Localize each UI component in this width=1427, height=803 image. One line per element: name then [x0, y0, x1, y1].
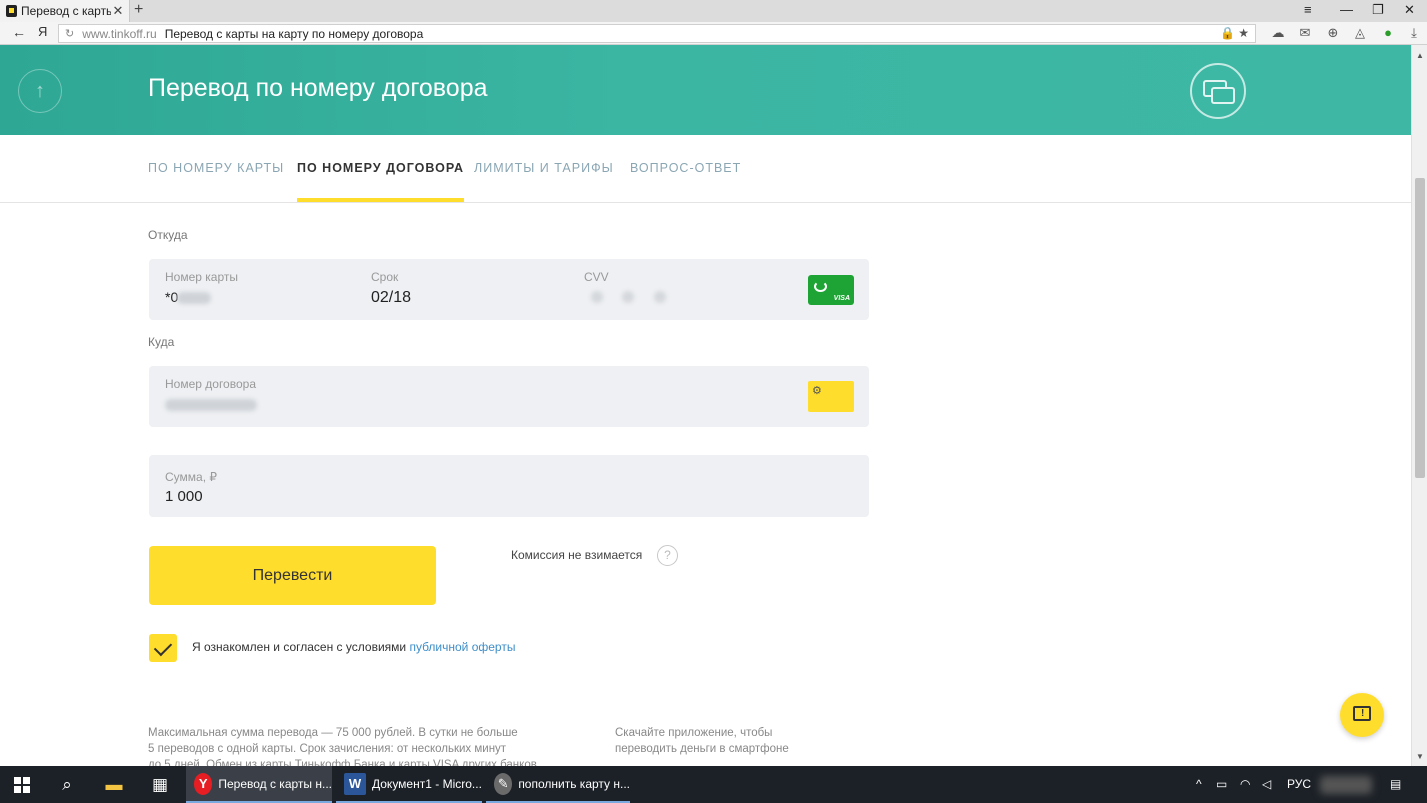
battery-icon[interactable]: ▭ [1216, 777, 1227, 791]
wifi-icon[interactable]: ◠ [1240, 777, 1250, 791]
url-page-title: Перевод с карты на карту по номеру догов… [164, 26, 424, 41]
search-icon[interactable]: ⌕ [56, 774, 78, 796]
tray-expand-icon[interactable]: ^ [1196, 777, 1202, 791]
clock[interactable] [1320, 776, 1372, 794]
protect-extension-icon[interactable]: ◬ [1352, 25, 1368, 41]
close-tab-icon[interactable]: ✕ [111, 3, 125, 19]
scroll-down-arrow-icon[interactable]: ▼ [1416, 752, 1424, 761]
minimize-button[interactable]: — [1340, 2, 1353, 17]
new-tab-button[interactable]: + [134, 1, 143, 19]
volume-icon[interactable]: ◁ [1262, 777, 1271, 791]
close-window-button[interactable]: ✕ [1404, 2, 1415, 18]
scroll-up-icon[interactable]: ↑ [18, 69, 62, 113]
agree-checkbox[interactable] [149, 634, 177, 662]
limits-line: 5 переводов с одной карты. Срок зачислен… [148, 743, 507, 755]
taskbar-app-browser[interactable]: Y Перевод с карты н... [186, 766, 332, 803]
chat-button[interactable]: ! [1340, 693, 1384, 737]
to-label: Куда [148, 335, 175, 349]
browser-tab-title: Перевод с карты [21, 4, 111, 18]
cvv-label: CVV [584, 270, 609, 284]
page-scrollbar[interactable]: ▲ ▼ [1411, 45, 1427, 766]
limits-line: Максимальная сумма перевода — 75 000 руб… [148, 727, 518, 739]
word-icon: W [344, 772, 366, 795]
tinkoff-favicon-icon [6, 5, 17, 17]
help-icon[interactable]: ? [657, 545, 678, 566]
agree-label: Я ознакомлен и согласен с условиями [192, 640, 407, 654]
taskbar-app-paint[interactable]: ✎ пополнить карту н... [486, 766, 630, 803]
windows-taskbar: ⌕ ▬ ▦ Y Перевод с карты н... W Документ1… [0, 766, 1427, 803]
reload-icon[interactable]: ↻ [65, 27, 74, 40]
url-field[interactable]: ↻ www.tinkoff.ru Перевод с карты на карт… [58, 24, 1256, 43]
transfer-button[interactable]: Перевести [149, 546, 436, 605]
paint-icon: ✎ [494, 772, 513, 795]
browser-tab-bar: Перевод с карты ✕ + ≡ — ❐ ✕ [0, 0, 1427, 22]
visa-text: VISA [833, 295, 850, 302]
extension-icon[interactable]: ⊕ [1325, 25, 1341, 41]
notifications-icon[interactable]: ▤ [1390, 777, 1401, 791]
agree-text: Я ознакомлен и согласен с условиями публ… [192, 640, 515, 654]
cvv-input[interactable] [591, 291, 603, 303]
amount-input[interactable]: 1 000 [165, 488, 203, 505]
language-indicator[interactable]: РУС [1287, 777, 1311, 791]
cvv-dot [622, 291, 634, 303]
yandex-browser-icon: Y [194, 772, 213, 795]
sberbank-visa-card-icon: VISA [808, 275, 854, 305]
weather-extension-icon[interactable]: ☁ [1270, 25, 1286, 41]
app-promo: Скачайте приложение, чтобы переводить де… [615, 725, 789, 757]
source-card-field: Номер карты *0 Срок 02/18 CVV VISA [149, 259, 869, 320]
taskbar-app-label: пополнить карту н... [518, 776, 630, 791]
mail-extension-icon[interactable]: ✉ [1297, 25, 1313, 41]
amount-field[interactable]: Сумма, ₽ 1 000 [149, 455, 869, 517]
contract-number-input[interactable] [165, 399, 257, 411]
store-icon[interactable]: ▦ [149, 774, 171, 796]
commission-text: Комиссия не взимается [511, 548, 643, 562]
contract-number-label: Номер договора [165, 377, 256, 391]
from-label: Откуда [148, 228, 188, 242]
transfer-tabs: ПО НОМЕРУ КАРТЫ ПО НОМЕРУ ДОГОВОРА ЛИМИТ… [0, 135, 1411, 203]
cvv-dot [654, 291, 666, 303]
tab-faq[interactable]: ВОПРОС-ОТВЕТ [630, 135, 741, 202]
bookmark-star-icon[interactable]: 🔒 ★ [1220, 26, 1249, 40]
taskbar-app-word[interactable]: W Документ1 - Micro... [336, 766, 482, 803]
scroll-up-arrow-icon[interactable]: ▲ [1416, 51, 1424, 60]
card-number-label: Номер карты [165, 270, 238, 284]
downloads-icon[interactable]: ⤓ [1406, 25, 1422, 41]
tab-limits-tariffs[interactable]: ЛИМИТЫ И ТАРИФЫ [474, 135, 614, 202]
card-number-blur [177, 292, 211, 304]
address-bar: ← Я ↻ www.tinkoff.ru Перевод с карты на … [0, 22, 1427, 45]
taskbar-app-label: Перевод с карты н... [218, 776, 332, 791]
back-arrow-icon[interactable]: ← [12, 24, 26, 40]
security-extension-icon[interactable]: ● [1380, 25, 1396, 41]
scrollbar-thumb[interactable] [1415, 178, 1425, 478]
contract-field[interactable]: Номер договора ⚙ [149, 366, 869, 427]
expiry-input[interactable]: 02/18 [371, 289, 411, 307]
page-title: Перевод по номеру договора [148, 74, 488, 102]
amount-label: Сумма, ₽ [165, 470, 218, 484]
file-explorer-icon[interactable]: ▬ [103, 774, 125, 796]
tab-contract-number[interactable]: ПО НОМЕРУ ДОГОВОРА [297, 135, 465, 202]
app-promo-line: переводить деньги в смартфоне [615, 743, 789, 755]
restore-button[interactable]: ❐ [1372, 2, 1384, 18]
expiry-label: Срок [371, 270, 399, 284]
page-header: ↑ Перевод по номеру договора [0, 45, 1411, 135]
cards-transfer-icon [1190, 63, 1246, 119]
app-promo-line: Скачайте приложение, чтобы [615, 727, 773, 739]
tinkoff-card-icon: ⚙ [808, 381, 854, 412]
tab-card-number[interactable]: ПО НОМЕРУ КАРТЫ [148, 135, 284, 202]
public-offer-link[interactable]: публичной оферты [409, 640, 515, 654]
browser-tab[interactable]: Перевод с карты ✕ [0, 0, 130, 22]
yandex-logo-icon[interactable]: Я [38, 24, 47, 39]
url-domain: www.tinkoff.ru [82, 26, 157, 41]
taskbar-app-label: Документ1 - Micro... [372, 776, 482, 791]
browser-menu-icon[interactable]: ≡ [1304, 2, 1312, 17]
windows-start-icon[interactable] [14, 777, 30, 793]
